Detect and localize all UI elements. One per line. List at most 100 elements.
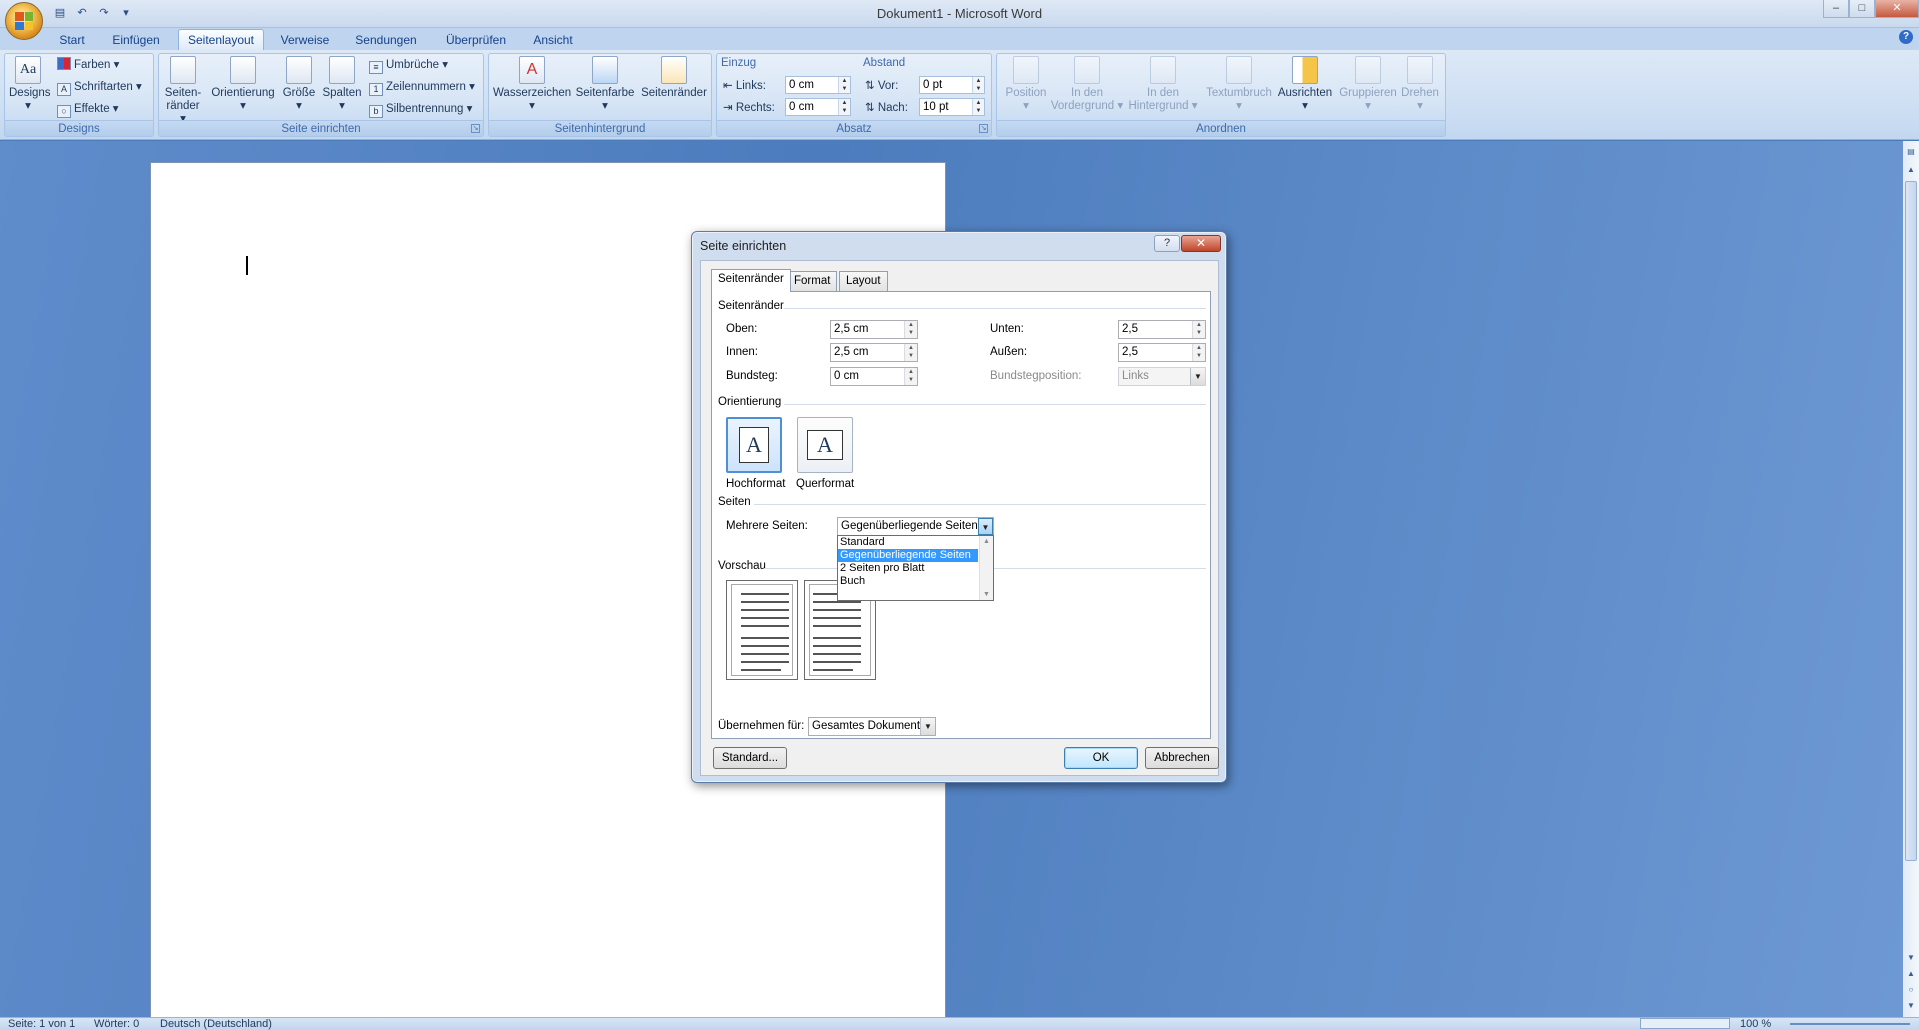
tab-verweise[interactable]: Verweise bbox=[274, 30, 336, 50]
zoom-slider[interactable] bbox=[1790, 1023, 1910, 1025]
spin-arrows-icon[interactable]: ▲ ▼ bbox=[972, 99, 984, 115]
page-color-icon bbox=[592, 56, 618, 84]
dropdown-scrollbar[interactable]: ▲ ▼ bbox=[979, 536, 993, 600]
tab-ansicht[interactable]: Ansicht bbox=[528, 30, 578, 50]
office-button[interactable] bbox=[5, 2, 43, 40]
help-icon[interactable]: ? bbox=[1899, 30, 1913, 44]
tab-layout[interactable]: Layout bbox=[839, 271, 888, 291]
ausrichten-button[interactable]: Ausrichten ▾ bbox=[1275, 56, 1335, 113]
customize-qat-icon[interactable]: ▾ bbox=[118, 6, 134, 20]
browse-object-icon[interactable]: ○ bbox=[1905, 983, 1917, 997]
einzug-links-input[interactable]: 0 cm ▲ ▼ bbox=[785, 76, 851, 94]
seitenraender-background-button[interactable]: Seitenränder bbox=[639, 56, 709, 100]
chevron-down-icon[interactable]: ▼ bbox=[978, 518, 993, 535]
uebernehmen-select[interactable]: Gesamtes Dokument ▼ bbox=[808, 717, 936, 736]
spin-arrows-icon[interactable]: ▲ ▼ bbox=[1192, 321, 1205, 338]
status-zoom[interactable]: 100 % bbox=[1740, 1018, 1771, 1030]
silbentrennung-button[interactable]: b Silbentrennung ▾ bbox=[369, 100, 472, 118]
zeilennummern-button[interactable]: 1 Zeilennummern ▾ bbox=[369, 78, 475, 96]
umbrueche-button[interactable]: ≡ Umbrüche ▾ bbox=[369, 56, 448, 74]
tab-seitenraender[interactable]: Seitenränder bbox=[711, 269, 791, 292]
redo-icon[interactable]: ↷ bbox=[96, 6, 112, 20]
tab-start[interactable]: Start bbox=[52, 30, 92, 50]
hintergrund-button[interactable]: In den Hintergrund ▾ bbox=[1125, 56, 1201, 113]
group-designs: Aa Designs ▾ Farben ▾ A Schriftarten ▾ ○ Ef… bbox=[4, 53, 154, 137]
next-page-icon[interactable]: ▼ bbox=[1905, 999, 1917, 1013]
status-language[interactable]: Deutsch (Deutschland) bbox=[160, 1018, 272, 1030]
drehen-button[interactable]: Drehen ▾ bbox=[1397, 56, 1443, 113]
tab-ueberpruefen[interactable]: Überprüfen bbox=[438, 30, 514, 50]
close-button[interactable]: ✕ bbox=[1875, 0, 1919, 18]
tab-seitenlayout[interactable]: Seitenlayout bbox=[178, 29, 264, 51]
scroll-up-icon[interactable]: ▲ bbox=[983, 538, 990, 545]
abstand-vor-input[interactable]: 0 pt ▲ ▼ bbox=[919, 76, 985, 94]
tab-format[interactable]: Format bbox=[787, 271, 838, 291]
spacing-before-icon: ⇅ bbox=[865, 80, 875, 92]
option-standard[interactable]: Standard bbox=[838, 536, 978, 549]
designs-button[interactable]: Aa Designs ▾ bbox=[9, 56, 51, 113]
save-icon[interactable]: ▤ bbox=[52, 6, 68, 20]
maximize-button[interactable]: □ bbox=[1849, 0, 1875, 18]
seitenfarbe-button[interactable]: Seitenfarbe ▾ bbox=[573, 56, 637, 113]
tab-einfuegen[interactable]: Einfügen bbox=[104, 30, 168, 50]
spin-arrows-icon[interactable]: ▲ ▼ bbox=[838, 99, 850, 115]
querformat-button[interactable]: A bbox=[797, 417, 853, 473]
minimize-button[interactable]: – bbox=[1823, 0, 1849, 18]
dialog-close-button[interactable]: ✕ bbox=[1181, 235, 1221, 252]
hochformat-button[interactable]: A bbox=[726, 417, 782, 473]
abbrechen-button[interactable]: Abbrechen bbox=[1145, 747, 1219, 769]
spin-arrows-icon[interactable]: ▲ ▼ bbox=[972, 77, 984, 93]
spin-arrows-icon[interactable]: ▲ ▼ bbox=[904, 321, 917, 338]
vordergrund-button[interactable]: In den Vordergrund ▾ bbox=[1049, 56, 1125, 113]
absatz-launcher-icon[interactable]: ↘ bbox=[979, 124, 988, 133]
scrollbar-thumb[interactable] bbox=[1905, 181, 1917, 861]
spin-arrows-icon[interactable]: ▲ ▼ bbox=[904, 368, 917, 385]
chevron-down-icon[interactable]: ▼ bbox=[920, 718, 935, 735]
groesse-button[interactable]: Größe ▾ bbox=[281, 56, 317, 113]
wasserzeichen-button[interactable]: A Wasserzeichen ▾ bbox=[493, 56, 571, 113]
position-button[interactable]: Position ▾ bbox=[1001, 56, 1051, 113]
vertical-scrollbar[interactable]: ▤ ▲ ▼ ▲ ○ ▼ bbox=[1903, 141, 1919, 1017]
spalten-button[interactable]: Spalten ▾ bbox=[321, 56, 363, 113]
tab-sendungen[interactable]: Sendungen bbox=[350, 30, 422, 50]
scroll-down-icon[interactable]: ▼ bbox=[983, 591, 990, 598]
view-buttons[interactable] bbox=[1640, 1018, 1730, 1029]
aussen-label: Außen: bbox=[990, 346, 1028, 358]
textumbruch-button[interactable]: Textumbruch ▾ bbox=[1203, 56, 1275, 113]
status-page[interactable]: Seite: 1 von 1 bbox=[8, 1018, 75, 1030]
option-gegenueberliegende-seiten[interactable]: Gegenüberliegende Seiten bbox=[838, 549, 978, 562]
undo-icon[interactable]: ↶ bbox=[74, 6, 90, 20]
scroll-down-icon[interactable]: ▼ bbox=[1905, 951, 1917, 965]
schriftarten-button[interactable]: A Schriftarten ▾ bbox=[57, 78, 142, 96]
dialog-help-button[interactable]: ? bbox=[1154, 235, 1180, 252]
ok-button[interactable]: OK bbox=[1064, 747, 1138, 769]
scroll-up-icon[interactable]: ▲ bbox=[1905, 163, 1917, 177]
group-seitenhintergrund: A Wasserzeichen ▾ Seitenfarbe ▾ Seitenränd… bbox=[488, 53, 712, 137]
status-words[interactable]: Wörter: 0 bbox=[94, 1018, 139, 1030]
effekte-button[interactable]: ○ Effekte ▾ bbox=[57, 100, 119, 118]
option-2-seiten-pro-blatt[interactable]: 2 Seiten pro Blatt bbox=[838, 562, 978, 575]
ruler-toggle-icon[interactable]: ▤ bbox=[1905, 145, 1917, 159]
innen-input[interactable]: 2,5 cm ▲ ▼ bbox=[830, 343, 918, 362]
mehrere-seiten-select[interactable]: Gegenüberliegende Seiten ▼ bbox=[837, 517, 994, 536]
unten-label: Unten: bbox=[990, 323, 1024, 335]
bundsteg-input[interactable]: 0 cm ▲ ▼ bbox=[830, 367, 918, 386]
oben-input[interactable]: 2,5 cm ▲ ▼ bbox=[830, 320, 918, 339]
einzug-rechts-input[interactable]: 0 cm ▲ ▼ bbox=[785, 98, 851, 116]
gruppieren-button[interactable]: Gruppieren ▾ bbox=[1337, 56, 1399, 113]
unten-input[interactable]: 2,5 ▲ ▼ bbox=[1118, 320, 1206, 339]
seitenraender-button[interactable]: Seiten-ränder ▾ bbox=[163, 56, 203, 126]
orientierung-button[interactable]: Orientierung ▾ bbox=[207, 56, 279, 113]
abstand-nach-input[interactable]: 10 pt ▲ ▼ bbox=[919, 98, 985, 116]
standard-button[interactable]: Standard... bbox=[713, 747, 787, 769]
option-buch[interactable]: Buch bbox=[838, 575, 978, 588]
previous-page-icon[interactable]: ▲ bbox=[1905, 967, 1917, 981]
seite-einrichten-launcher-icon[interactable]: ↘ bbox=[471, 124, 480, 133]
spin-arrows-icon[interactable]: ▲ ▼ bbox=[838, 77, 850, 93]
farben-button[interactable]: Farben ▾ bbox=[57, 56, 119, 74]
aussen-input[interactable]: 2,5 ▲ ▼ bbox=[1118, 343, 1206, 362]
bundstegposition-select[interactable]: Links ▼ bbox=[1118, 367, 1206, 386]
spin-arrows-icon[interactable]: ▲ ▼ bbox=[904, 344, 917, 361]
chevron-down-icon[interactable]: ▼ bbox=[1190, 368, 1205, 385]
spin-arrows-icon[interactable]: ▲ ▼ bbox=[1192, 344, 1205, 361]
